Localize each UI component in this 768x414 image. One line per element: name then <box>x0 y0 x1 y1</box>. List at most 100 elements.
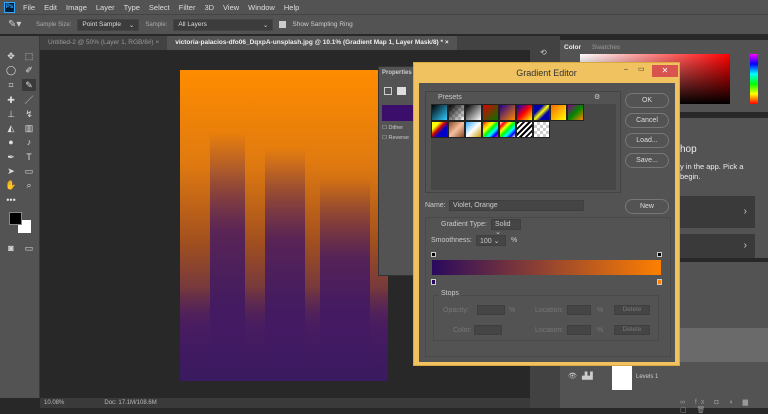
color-location-input[interactable] <box>567 325 591 335</box>
menu-help[interactable]: Help <box>284 3 299 12</box>
opacity-input[interactable] <box>477 305 505 315</box>
smoothness-input[interactable]: 100 ⌄ <box>476 235 506 246</box>
gradient-preset-swatch[interactable] <box>516 104 533 121</box>
foreground-color-swatch[interactable] <box>9 212 22 225</box>
tab-color[interactable]: Color <box>564 44 581 51</box>
blur-tool-icon[interactable]: ● <box>4 136 18 148</box>
close-icon[interactable]: × <box>155 39 159 46</box>
learn-card-2[interactable]: › <box>680 234 755 258</box>
hand-tool-icon[interactable]: ✋ <box>4 179 18 191</box>
type-tool-icon[interactable]: T <box>22 151 36 163</box>
gradient-preset-swatch[interactable] <box>431 104 448 121</box>
tab-victoria-palacios[interactable]: victoria-palacios-dfo06_DqxpA-unsplash.j… <box>167 36 457 50</box>
gradient-preset-swatch[interactable] <box>465 121 482 138</box>
menu-file[interactable]: File <box>23 3 35 12</box>
gradient-type-select[interactable]: Solid ⌄ <box>491 219 521 236</box>
gradient-preset-swatch[interactable] <box>448 121 465 138</box>
name-input[interactable]: Violet, Orange <box>449 200 584 211</box>
show-ring-checkbox[interactable] <box>279 21 287 28</box>
layer-actions[interactable]: ∞ fx ◘ ◑ ▆ ▢ 🗑 <box>680 398 768 414</box>
new-button[interactable]: New <box>625 199 669 214</box>
gradient-preset-swatch[interactable] <box>465 104 482 121</box>
eraser-tool-icon[interactable]: ◭ <box>4 122 18 134</box>
delete-opacity-button[interactable]: Delete <box>614 305 650 315</box>
menu-window[interactable]: Window <box>248 3 275 12</box>
menu-filter[interactable]: Filter <box>179 3 196 12</box>
ok-button[interactable]: OK <box>625 93 669 108</box>
gradient-preset-swatch[interactable] <box>482 104 499 121</box>
sample-size-select[interactable]: Point Sample ⌄ <box>77 18 140 31</box>
tab-untitled-2[interactable]: Untitled-2 @ 50% (Layer 1, RGB/8#) × <box>40 36 167 50</box>
gradient-preset-swatch[interactable] <box>516 121 533 138</box>
eye-icon[interactable]: 👁 <box>568 372 577 380</box>
gradient-preset-swatch[interactable] <box>567 104 584 121</box>
stamp-tool-icon[interactable]: ⊥ <box>4 108 18 120</box>
cancel-button[interactable]: Cancel <box>625 113 669 128</box>
gradient-preset-swatch[interactable] <box>533 104 550 121</box>
menu-edit[interactable]: Edit <box>44 3 57 12</box>
lasso-tool-icon[interactable]: ◯ <box>4 64 18 76</box>
eyedropper-icon[interactable]: ✎▾ <box>8 19 30 30</box>
rectangle-tool-icon[interactable]: ▭ <box>22 165 36 177</box>
document-image[interactable] <box>180 70 388 381</box>
healing-brush-icon[interactable]: ✚ <box>4 94 18 106</box>
gradient-preset-swatch[interactable] <box>533 121 550 138</box>
menu-type[interactable]: Type <box>124 3 140 12</box>
eyedropper-tool-icon[interactable]: ✎ <box>22 79 36 91</box>
close-icon[interactable]: × <box>445 39 449 46</box>
mask-icon[interactable] <box>397 87 406 95</box>
load-button[interactable]: Load... <box>625 133 669 148</box>
layer-row-levels[interactable]: 👁 ▟▟ Levels 1 <box>560 362 768 392</box>
gear-icon[interactable]: ⚙ <box>594 93 600 101</box>
color-stop-right[interactable] <box>657 279 662 285</box>
more-tools-icon[interactable]: ••• <box>4 194 18 206</box>
dodge-tool-icon[interactable]: ♪ <box>22 136 36 148</box>
pen-tool-icon[interactable]: ✒ <box>4 151 18 163</box>
gradient-bar[interactable] <box>432 260 661 275</box>
quick-select-tool-icon[interactable]: ✐ <box>22 64 36 76</box>
gradient-preset-swatch[interactable] <box>499 121 516 138</box>
save-button[interactable]: Save... <box>625 153 669 168</box>
screen-mode-icon[interactable]: ▭ <box>22 242 36 254</box>
zoom-tool-icon[interactable]: ⌕ <box>22 179 36 191</box>
dither-checkbox[interactable]: ☐ Dither <box>382 125 403 131</box>
move-tool-icon[interactable]: ✥ <box>4 50 18 62</box>
menu-select[interactable]: Select <box>149 3 170 12</box>
history-icon[interactable]: ⟲ <box>540 48 547 57</box>
gradient-preset-swatch[interactable] <box>482 121 499 138</box>
minimize-icon[interactable]: – <box>624 66 628 73</box>
menu-layer[interactable]: Layer <box>96 3 115 12</box>
gradient-preset-swatch[interactable] <box>550 104 567 121</box>
layer-mask-thumbnail[interactable] <box>612 364 632 390</box>
tab-swatches[interactable]: Swatches <box>592 44 620 51</box>
stop-color-swatch[interactable] <box>474 325 502 335</box>
maximize-icon[interactable]: ▭ <box>638 65 645 73</box>
gradient-tool-icon[interactable]: ▥ <box>22 122 36 134</box>
adjustment-icon[interactable] <box>384 87 392 95</box>
color-stop-left[interactable] <box>431 279 436 285</box>
opacity-stop-right[interactable] <box>657 252 662 257</box>
crop-tool-icon[interactable]: ⌗ <box>4 79 18 91</box>
opacity-stop-left[interactable] <box>431 252 436 257</box>
delete-color-button[interactable]: Delete <box>614 325 650 335</box>
brush-tool-icon[interactable]: ／ <box>22 94 36 106</box>
gradient-preset-swatch[interactable] <box>431 121 448 138</box>
sample-select[interactable]: All Layers ⌄ <box>173 18 274 31</box>
history-brush-icon[interactable]: ↯ <box>22 108 36 120</box>
gradient-preset-swatch[interactable] <box>499 104 516 121</box>
photoshop-logo: Ps <box>4 1 15 13</box>
menu-image[interactable]: Image <box>66 3 87 12</box>
opacity-location-input[interactable] <box>567 305 591 315</box>
reverse-checkbox[interactable]: ☐ Reverse <box>382 135 409 141</box>
menu-bar: Ps File Edit Image Layer Type Select Fil… <box>0 0 768 14</box>
gradient-preset-swatch[interactable] <box>448 104 465 121</box>
marquee-tool-icon[interactable]: ⬚ <box>22 50 36 62</box>
learn-card-1[interactable]: › <box>680 196 755 228</box>
menu-3d[interactable]: 3D <box>204 3 214 12</box>
hue-slider[interactable] <box>750 54 758 104</box>
close-button[interactable]: ✕ <box>652 65 678 77</box>
quick-mask-icon[interactable]: ◙ <box>4 242 18 254</box>
menu-view[interactable]: View <box>223 3 239 12</box>
zoom-level[interactable]: 10.08% <box>44 400 64 406</box>
path-select-icon[interactable]: ➤ <box>4 165 18 177</box>
